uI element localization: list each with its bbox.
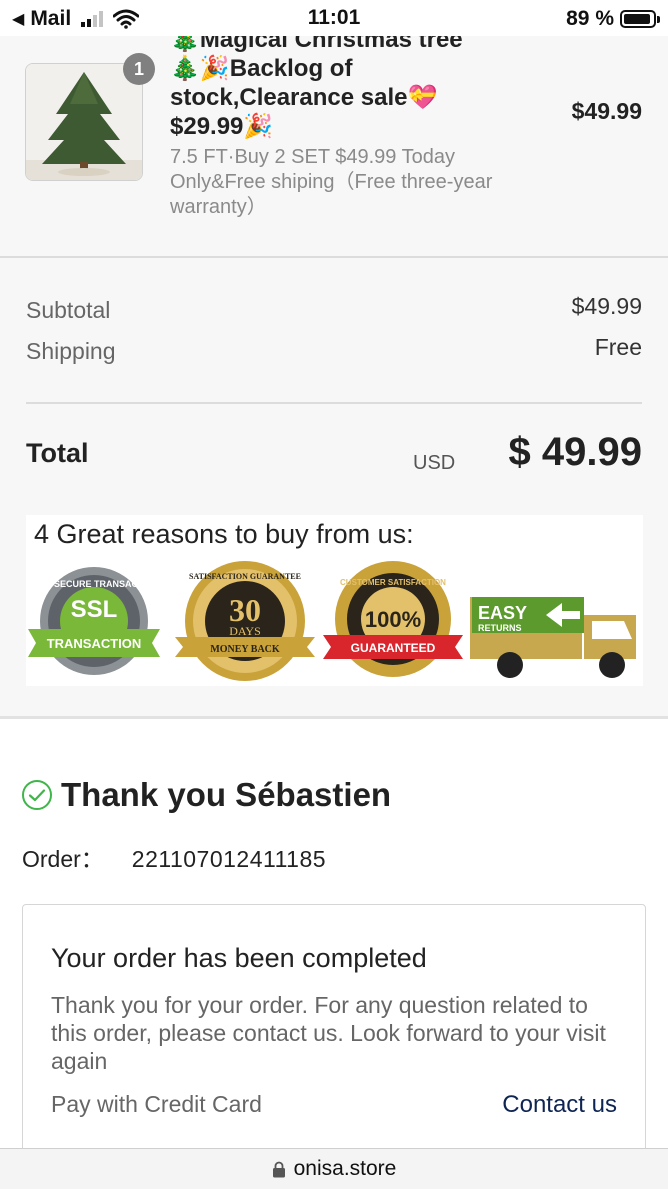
product-line-item: 1 🎄Magical Christmas tree🎄🎉Backlog of st… [0, 0, 668, 258]
url-domain: onisa.store [293, 1157, 397, 1180]
svg-text:GUARANTEED: GUARANTEED [351, 641, 436, 655]
order-number: 221107012411185 [131, 846, 327, 872]
svg-text:DAYS: DAYS [229, 624, 261, 638]
svg-text:MONEY BACK: MONEY BACK [210, 644, 280, 655]
svg-text:EASY: EASY [478, 603, 527, 623]
battery-percent: 89 % [566, 7, 614, 30]
product-thumbnail[interactable] [25, 63, 143, 181]
christmas-tree-image [26, 64, 142, 180]
reasons-title: 4 Great reasons to buy from us: [34, 519, 414, 549]
status-bar: ◀ Mail 11:01 89 % [0, 0, 668, 36]
subtotal-row: Subtotal $49.99 [26, 293, 642, 324]
total-currency: USD [413, 452, 456, 474]
money-back-badge-icon: SATISFACTION GUARANTEE 30 DAYS MONEY BAC… [175, 561, 315, 681]
thank-you-heading: Thank you Sébastien [21, 776, 391, 814]
shipping-row: Shipping Free [26, 334, 642, 365]
ssl-badge-icon: 100% SECURE TRANSACTION SSL TRANSACTION [28, 567, 160, 675]
svg-text:100%: 100% [365, 607, 421, 632]
order-label: Order： [22, 846, 104, 872]
order-status-title: Your order has been completed [51, 943, 427, 973]
svg-text:30: 30 [229, 592, 261, 628]
browser-url-bar[interactable]: onisa.store [0, 1148, 668, 1189]
svg-text:100% SECURE TRANSACTION: 100% SECURE TRANSACTION [28, 579, 159, 589]
order-status-message: Thank you for your order. For any questi… [51, 992, 606, 1074]
shipping-label: Shipping [26, 338, 116, 364]
lock-icon [272, 1161, 285, 1177]
trust-badges: 100% SECURE TRANSACTION SSL TRANSACTION … [28, 561, 636, 681]
svg-text:CUSTOMER SATISFACTION: CUSTOMER SATISFACTION [340, 578, 446, 587]
subtotal-label: Subtotal [26, 297, 111, 323]
total-value: $ 49.99 [508, 430, 642, 474]
easy-returns-truck-icon: EASY RETURNS [470, 597, 636, 678]
total-label: Total [26, 438, 89, 468]
quantity-badge: 1 [123, 53, 155, 85]
thank-you-text: Thank you Sébastien [61, 776, 392, 813]
product-title: 🎄Magical Christmas tree🎄🎉Backlog of stoc… [170, 26, 463, 140]
payment-method: Pay with Credit Card [51, 1091, 262, 1117]
svg-text:TRANSACTION: TRANSACTION [47, 636, 142, 651]
battery-icon [620, 10, 660, 28]
guarantee-badge-icon: CUSTOMER SATISFACTION 100% GUARANTEED [323, 561, 463, 677]
totals-divider [26, 402, 642, 404]
contact-us-link[interactable]: Contact us [502, 1091, 617, 1119]
product-price: $49.99 [571, 98, 642, 124]
svg-text:RETURNS: RETURNS [478, 623, 522, 633]
svg-text:SSL: SSL [71, 596, 118, 623]
product-variant: 7.5 FT·Buy 2 SET $49.99 Today Only&Free … [170, 146, 493, 218]
order-number-row: Order： 221107012411185 [22, 840, 326, 874]
shipping-value: Free [594, 334, 642, 360]
order-status-card: Your order has been completed Thank you … [22, 904, 646, 1164]
trust-badges-banner: 4 Great reasons to buy from us: 100% SEC… [26, 515, 643, 686]
battery-status: 89 % [566, 7, 660, 31]
subtotal-value: $49.99 [571, 293, 642, 319]
check-circle-icon [22, 780, 52, 810]
svg-text:SATISFACTION GUARANTEE: SATISFACTION GUARANTEE [189, 572, 301, 581]
order-summary-panel: 1 🎄Magical Christmas tree🎄🎉Backlog of st… [0, 0, 668, 719]
